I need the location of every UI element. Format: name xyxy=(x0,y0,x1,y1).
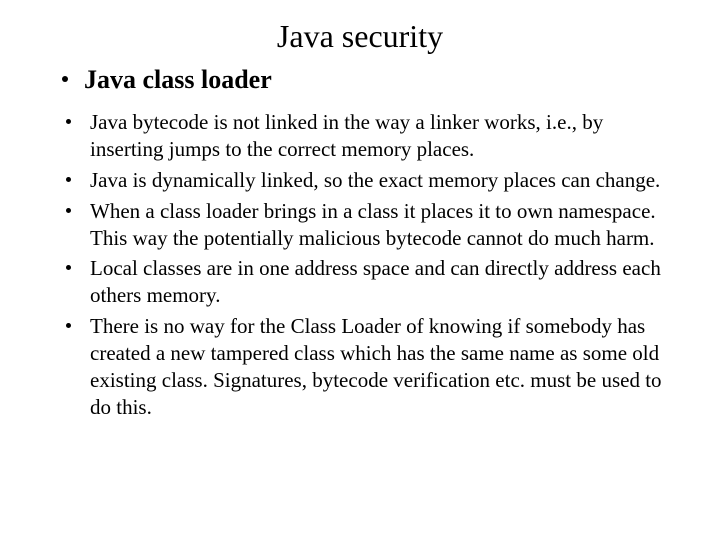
slide-title: Java security xyxy=(40,18,680,55)
slide-subheading-row: Java class loader xyxy=(62,65,680,95)
list-item: Java bytecode is not linked in the way a… xyxy=(62,109,670,163)
list-item: There is no way for the Class Loader of … xyxy=(62,313,670,421)
slide: Java security Java class loader Java byt… xyxy=(0,0,720,540)
slide-subheading: Java class loader xyxy=(84,65,272,95)
list-item: Java is dynamically linked, so the exact… xyxy=(62,167,670,194)
list-item: When a class loader brings in a class it… xyxy=(62,198,670,252)
bullet-icon xyxy=(62,76,68,82)
list-item: Local classes are in one address space a… xyxy=(62,255,670,309)
bullet-list: Java bytecode is not linked in the way a… xyxy=(62,109,670,421)
